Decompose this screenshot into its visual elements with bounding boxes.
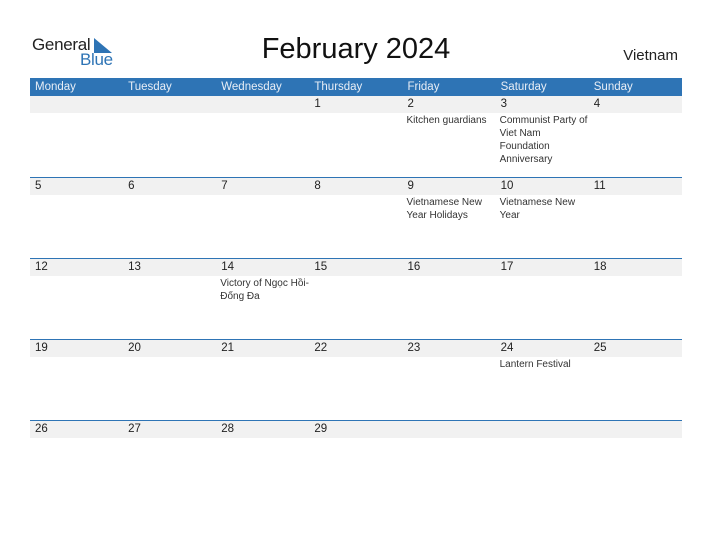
day-number: 8	[314, 180, 321, 192]
day-number: 24	[500, 342, 514, 354]
day-number	[589, 421, 682, 438]
holiday-event	[216, 195, 309, 222]
day-number	[123, 96, 216, 113]
day-number: 27	[128, 423, 141, 435]
weekday-wednesday: Wednesday	[221, 81, 282, 93]
day-number: 26	[35, 423, 48, 435]
day-number: 14	[221, 261, 235, 273]
holiday-event	[30, 113, 123, 166]
holiday-event	[589, 195, 682, 222]
calendar-grid: Monday Tuesday Wednesday Thursday Friday…	[30, 78, 682, 501]
weekday-sunday: Sunday	[593, 81, 633, 93]
holiday-event	[496, 276, 589, 303]
day-number: 25	[593, 342, 607, 354]
date-band: 26 27 28 29	[30, 421, 682, 438]
day-number: 28	[221, 423, 235, 435]
holiday-event	[589, 113, 682, 166]
weekday-monday: Monday	[35, 81, 76, 93]
day-number: 6	[128, 180, 135, 192]
week-row: 5 6 7 8 9 10 11 Vietnamese New Year Holidays Vie…	[30, 177, 682, 258]
day-number: 7	[221, 180, 228, 192]
holiday-event	[123, 438, 216, 439]
date-band: 12 13 14 15 16 17 18	[30, 259, 682, 276]
holiday-event	[30, 357, 123, 371]
holiday-event: Vietnamese New Year	[499, 197, 576, 221]
day-number	[496, 421, 589, 438]
page-title: February 2024	[261, 33, 451, 65]
weekday-tuesday: Tuesday	[128, 81, 172, 93]
events-row: Victory of Ngọc Hồi-Đống Đa	[30, 276, 682, 303]
day-number	[216, 96, 309, 113]
day-number: 17	[500, 261, 514, 273]
holiday-event	[309, 357, 402, 371]
holiday-event: Kitchen guardians	[406, 115, 487, 126]
events-row: Kitchen guardians Communist Party of Viet…	[30, 113, 682, 166]
events-row: Lantern Festival	[30, 357, 682, 371]
events-row	[30, 438, 682, 439]
holiday-event: Lantern Festival	[499, 359, 571, 370]
events-row: Vietnamese New Year Holidays Vietnamese N…	[30, 195, 682, 222]
date-band: 19 20 21 22 23 24 25	[30, 340, 682, 357]
day-number: 11	[593, 180, 606, 192]
day-number: 2	[407, 98, 414, 110]
day-number: 16	[407, 261, 421, 273]
holiday-event	[30, 438, 123, 439]
holiday-event: Victory of Ngọc Hồi-Đống Đa	[220, 278, 309, 302]
weekday-header: Monday Tuesday Wednesday Thursday Friday…	[30, 78, 682, 96]
date-band: 5 6 7 8 9 10 11	[30, 178, 682, 195]
country-label: Vietnam	[623, 47, 678, 64]
holiday-event	[403, 438, 496, 439]
holiday-event	[309, 195, 402, 222]
day-number: 20	[128, 342, 141, 354]
day-number: 13	[128, 261, 141, 273]
weekday-friday: Friday	[407, 81, 440, 93]
holiday-event	[589, 357, 682, 371]
week-row: 1 2 3 4 Kitchen guardians Communist Party of …	[30, 96, 682, 177]
day-number	[30, 96, 123, 113]
holiday-event	[309, 276, 402, 303]
day-number: 9	[407, 180, 414, 192]
holiday-event	[496, 438, 589, 439]
day-number: 29	[314, 423, 328, 435]
day-number: 23	[407, 342, 421, 354]
holiday-event	[589, 438, 682, 439]
holiday-event	[123, 113, 216, 166]
holiday-event	[123, 357, 216, 371]
holiday-event	[216, 113, 309, 166]
holiday-event	[30, 195, 123, 222]
date-band: 1 2 3 4	[30, 96, 682, 113]
day-number: 4	[593, 98, 601, 110]
day-number: 1	[314, 98, 321, 110]
holiday-event	[123, 195, 216, 222]
holiday-event	[403, 276, 496, 303]
holiday-event	[123, 276, 216, 303]
weekday-saturday: Saturday	[500, 81, 547, 93]
holiday-event: Communist Party of Viet Nam Foundation A…	[499, 115, 588, 165]
holiday-event: Vietnamese New Year Holidays	[406, 197, 482, 221]
holiday-event	[30, 276, 123, 303]
week-row: 26 27 28 29	[30, 420, 682, 501]
day-number: 3	[500, 98, 508, 110]
week-row: 19 20 21 22 23 24 25 Lantern Festival	[30, 339, 682, 420]
holiday-event	[309, 113, 402, 166]
day-number: 12	[35, 261, 48, 273]
week-row: 12 13 14 15 16 17 18 Victory of Ngọc Hồi-Đống Đ…	[30, 258, 682, 339]
holiday-event	[403, 357, 496, 371]
holiday-event	[216, 438, 309, 439]
day-number: 21	[221, 342, 235, 354]
day-number: 10	[500, 180, 514, 192]
day-number: 5	[35, 180, 42, 192]
day-number: 15	[314, 261, 328, 273]
day-number: 22	[314, 342, 328, 354]
weekday-thursday: Thursday	[314, 81, 363, 93]
day-number: 19	[35, 342, 48, 354]
holiday-event	[216, 357, 309, 371]
day-number: 18	[593, 261, 607, 273]
holiday-event	[309, 438, 402, 439]
holiday-event	[589, 276, 682, 303]
day-number	[403, 421, 496, 438]
